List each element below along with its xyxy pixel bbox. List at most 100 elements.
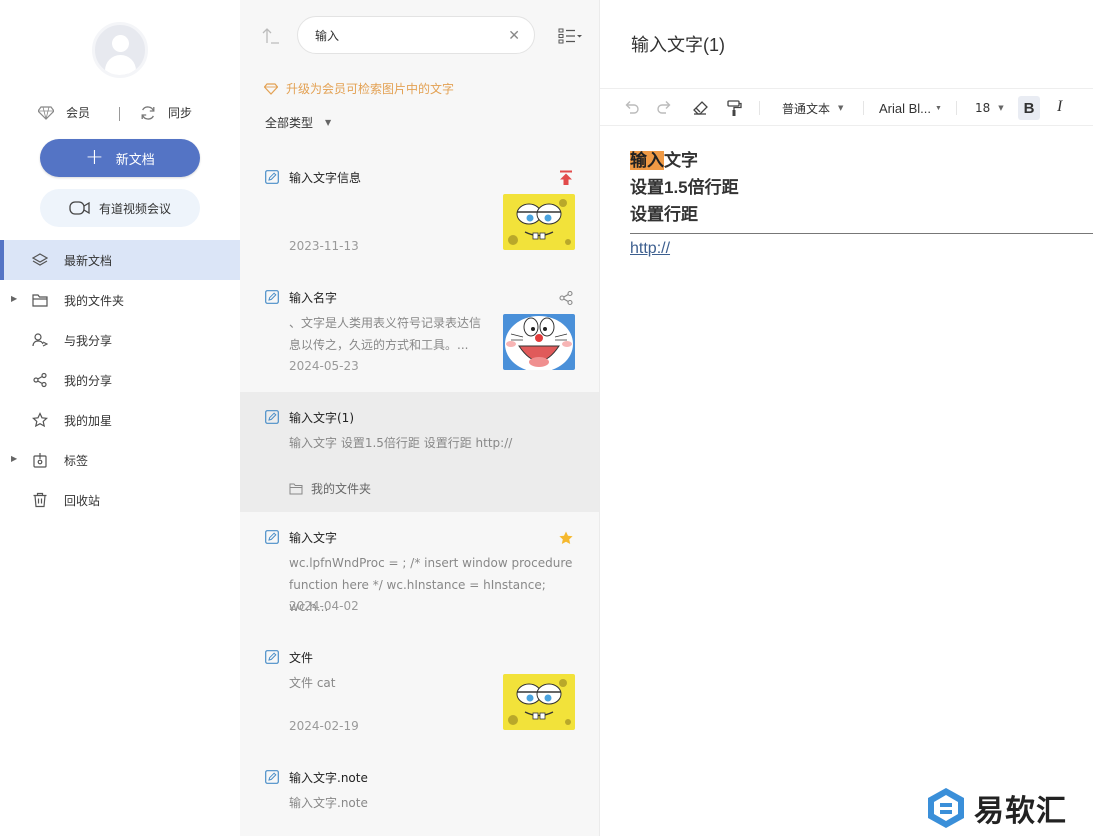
list-item[interactable]: 输入文字 wc.lpfnWndProc = ; /* insert window… xyxy=(240,512,599,632)
list-item[interactable]: 输入文字信息 2023-11-13 xyxy=(240,152,599,272)
folder-icon xyxy=(32,294,48,307)
sidebar-item-shared-with-me[interactable]: 与我分享 xyxy=(0,320,240,360)
video-meeting-label: 有道视频会议 xyxy=(98,201,171,216)
member-button[interactable]: 会员 xyxy=(38,104,90,121)
note-edit-icon xyxy=(265,770,279,784)
note-edit-icon xyxy=(265,530,279,544)
sync-button[interactable]: 同步 xyxy=(140,104,192,121)
caret-right-icon[interactable]: ▶ xyxy=(11,294,17,303)
eraser-icon[interactable] xyxy=(691,99,709,117)
type-filter-label: 全部类型 xyxy=(265,116,314,130)
redo-icon[interactable] xyxy=(656,99,674,117)
content-link[interactable]: http:// xyxy=(630,240,1093,258)
list-item-selected[interactable]: 输入文字(1) 输入文字 设置1.5倍行距 设置行距 http:// 我的文件夹 xyxy=(240,392,599,512)
item-snippet: 、文字是人类用表义符号记录表达信息以传之，久远的方式和工具。... xyxy=(289,316,482,352)
sidebar-item-label: 我的加星 xyxy=(64,413,113,428)
thumbnail-image xyxy=(503,674,575,730)
bold-button[interactable]: B xyxy=(1018,96,1040,120)
avatar[interactable] xyxy=(92,22,148,78)
diamond-icon xyxy=(38,105,54,120)
sidebar-item-starred[interactable]: 我的加星 xyxy=(0,400,240,440)
pin-icon[interactable] xyxy=(558,170,574,186)
document-list-panel: ✕ 升级为会员可检索图片中的文字 全部类型 ▼ 输入文字信息 2023-11-1… xyxy=(240,0,600,836)
font-size-dropdown[interactable]: 18 ▼ xyxy=(975,99,1004,117)
paragraph-style-label: 普通文本 xyxy=(782,101,831,116)
member-label: 会员 xyxy=(66,106,91,120)
share-icon[interactable] xyxy=(558,290,574,306)
italic-button[interactable]: I xyxy=(1057,98,1062,116)
item-title: 输入文字 xyxy=(289,531,338,545)
sidebar-item-recent[interactable]: 最新文档 xyxy=(0,240,240,280)
undo-icon[interactable] xyxy=(622,99,640,117)
paragraph-style-dropdown[interactable]: 普通文本 ▼ xyxy=(782,99,843,117)
item-title: 输入名字 xyxy=(289,291,338,305)
item-folder: 我的文件夹 xyxy=(289,480,371,497)
search-input[interactable] xyxy=(315,28,485,42)
users-share-icon xyxy=(32,333,48,347)
item-date: 2024-04-02 xyxy=(289,599,359,613)
note-edit-icon xyxy=(265,290,279,304)
note-edit-icon xyxy=(265,410,279,424)
chevron-down-icon: ▼ xyxy=(838,104,844,112)
list-item[interactable]: 文件 文件 cat 2024-02-19 xyxy=(240,632,599,752)
chevron-down-icon: ▼ xyxy=(935,104,942,112)
caret-right-icon[interactable]: ▶ xyxy=(11,454,17,463)
sidebar-item-trash[interactable]: 回收站 xyxy=(0,480,240,520)
content-line: 设置行距 xyxy=(630,205,698,224)
item-date: 2024-05-23 xyxy=(289,359,359,373)
sync-label: 同步 xyxy=(168,106,193,120)
type-filter-dropdown[interactable]: 全部类型 ▼ xyxy=(265,114,331,131)
font-size-label: 18 xyxy=(975,101,991,115)
document-title[interactable]: 输入文字(1) xyxy=(631,31,725,57)
video-meeting-icon xyxy=(69,201,90,215)
note-edit-icon xyxy=(265,170,279,184)
diamond-icon xyxy=(264,82,278,95)
item-folder-label: 我的文件夹 xyxy=(311,482,372,496)
video-meeting-button[interactable]: 有道视频会议 xyxy=(40,189,200,227)
upgrade-tip[interactable]: 升级为会员可检索图片中的文字 xyxy=(264,80,454,97)
editor-pane: 输入文字(1) 普通文本 ▼ Arial Bl... ▼ 18 ▼ B I 输入… xyxy=(600,0,1093,836)
divider xyxy=(759,101,760,115)
item-snippet: 输入文字 设置1.5倍行距 设置行距 http:// xyxy=(289,436,513,450)
item-snippet: 输入文字.note xyxy=(289,796,368,810)
sidebar-item-label: 最新文档 xyxy=(64,253,113,268)
close-icon[interactable]: ✕ xyxy=(508,28,520,44)
note-edit-icon xyxy=(265,650,279,664)
sidebar-item-label: 回收站 xyxy=(64,493,101,508)
sidebar-item-my-shares[interactable]: 我的分享 xyxy=(0,360,240,400)
chevron-down-icon: ▼ xyxy=(325,118,332,127)
new-document-button[interactable]: + 新文档 xyxy=(40,139,200,177)
folder-icon xyxy=(289,483,303,494)
account-row: 会员 同步 xyxy=(0,104,240,124)
item-snippet: 文件 cat xyxy=(289,676,336,690)
content-text: 文字 xyxy=(664,151,698,170)
list-view-icon[interactable] xyxy=(558,28,582,44)
sidebar-item-my-folders[interactable]: ▶ 我的文件夹 xyxy=(0,280,240,320)
thumbnail-image xyxy=(503,194,575,250)
list-item[interactable]: 输入文字.note 输入文字.note xyxy=(240,752,599,836)
font-family-dropdown[interactable]: Arial Bl... ▼ xyxy=(879,99,942,117)
star-icon[interactable] xyxy=(558,530,574,546)
plus-icon: + xyxy=(85,145,104,170)
sidebar-nav: 最新文档 ▶ 我的文件夹 与我分享 我的分享 我的加星 ▶ 标签 回收站 xyxy=(0,240,240,520)
tag-icon xyxy=(33,453,47,468)
brand-logo-icon xyxy=(928,788,964,828)
sidebar-item-label: 与我分享 xyxy=(64,333,113,348)
horizontal-rule xyxy=(630,233,1093,234)
divider xyxy=(119,107,120,121)
format-painter-icon[interactable] xyxy=(725,99,743,117)
watermark: 易软汇 xyxy=(926,786,1067,830)
share-icon xyxy=(33,372,47,388)
upgrade-tip-text: 升级为会员可检索图片中的文字 xyxy=(286,82,455,96)
document-items: 输入文字信息 2023-11-13 输入名字 、文字是人类用表义符号记录表达信息… xyxy=(240,152,599,836)
back-up-icon[interactable] xyxy=(262,26,280,44)
sidebar-item-label: 标签 xyxy=(64,453,89,468)
sidebar-item-label: 我的分享 xyxy=(64,373,113,388)
sidebar-item-tags[interactable]: ▶ 标签 xyxy=(0,440,240,480)
document-content[interactable]: 输入文字 设置1.5倍行距 设置行距 http:// xyxy=(630,148,1093,258)
list-item[interactable]: 输入名字 、文字是人类用表义符号记录表达信息以传之，久远的方式和工具。... 2… xyxy=(240,272,599,392)
sync-icon xyxy=(141,105,155,120)
content-line: 输入文字 xyxy=(630,148,1093,175)
chevron-down-icon: ▼ xyxy=(998,104,1004,112)
content-line: 设置1.5倍行距 xyxy=(630,178,739,197)
